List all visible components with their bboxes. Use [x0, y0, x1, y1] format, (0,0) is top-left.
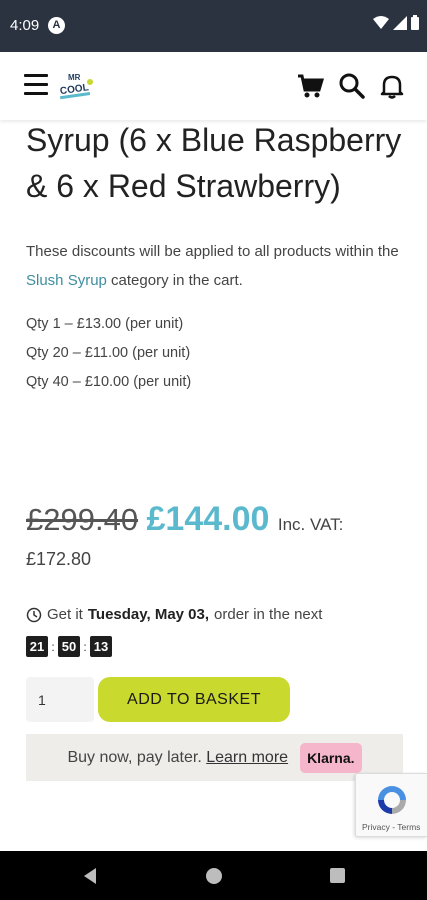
status-time: 4:09 — [10, 17, 40, 34]
quantity-input[interactable] — [26, 677, 94, 722]
mr-cool-logo[interactable]: MR COOL — [56, 70, 96, 102]
sale-price: £144.00 — [146, 500, 270, 538]
vat-label: Inc. VAT: — [277, 515, 344, 534]
menu-icon[interactable] — [24, 74, 48, 96]
recaptcha-badge[interactable]: Privacy - Terms — [355, 773, 427, 837]
recaptcha-links[interactable]: Privacy - Terms — [362, 822, 420, 832]
delivery-prefix: Get it — [47, 606, 83, 623]
back-icon[interactable] — [82, 867, 98, 885]
countdown-seconds: 13 — [90, 636, 112, 657]
clock-icon — [26, 607, 42, 622]
search-icon[interactable] — [338, 72, 366, 100]
product-title: Syrup (6 x Blue Raspberry & 6 x Red Stra… — [26, 122, 402, 204]
cart-icon[interactable] — [296, 72, 324, 100]
delivery-estimate: Get it Tuesday, May 03, order in the nex… — [26, 606, 322, 623]
learn-more-link[interactable]: Learn more — [206, 749, 288, 766]
klarna-logo: Klarna. — [300, 742, 362, 773]
delivery-suffix: order in the next — [214, 606, 323, 623]
product-content: Syrup (6 x Blue Raspberry & 6 x Red Stra… — [26, 120, 406, 397]
status-notification-icon: A — [48, 17, 65, 34]
home-icon[interactable] — [206, 868, 222, 884]
status-bar: 4:09 A — [0, 0, 427, 52]
quantity-tiers: Qty 1 – £13.00 (per unit) Qty 20 – £11.0… — [26, 310, 406, 397]
tier-item: Qty 20 – £11.00 (per unit) — [26, 345, 191, 361]
app-header: MR COOL — [0, 52, 427, 120]
price-row: £299.40 £144.00 Inc. VAT: — [26, 500, 416, 539]
signal-icon — [393, 15, 407, 30]
bell-icon[interactable] — [378, 72, 406, 100]
vat-amount: £172.80 — [26, 549, 92, 569]
svg-text:MR: MR — [68, 73, 81, 82]
delivery-date: Tuesday, May 03, — [87, 606, 210, 623]
recaptcha-icon — [378, 786, 406, 814]
status-icons — [373, 15, 419, 30]
wifi-icon — [373, 15, 389, 29]
slush-syrup-link[interactable]: Slush Syrup — [26, 272, 107, 289]
countdown-minutes: 50 — [58, 636, 80, 657]
android-nav-bar — [0, 851, 427, 900]
countdown-hours: 21 — [26, 636, 48, 657]
klarna-banner: Buy now, pay later. Learn more Klarna. — [26, 734, 403, 781]
tier-item: Qty 1 – £13.00 (per unit) — [26, 316, 184, 332]
recent-apps-icon[interactable] — [330, 868, 345, 883]
old-price: £299.40 — [26, 502, 139, 537]
add-to-basket-button[interactable]: ADD TO BASKET — [98, 677, 290, 722]
countdown-timer: 21 : 50 : 13 — [26, 636, 112, 657]
klarna-text: Buy now, pay later. Learn more — [67, 748, 289, 766]
battery-icon — [411, 15, 419, 30]
discount-note: These discounts will be applied to all p… — [26, 243, 399, 289]
tier-item: Qty 40 – £10.00 (per unit) — [26, 374, 192, 390]
